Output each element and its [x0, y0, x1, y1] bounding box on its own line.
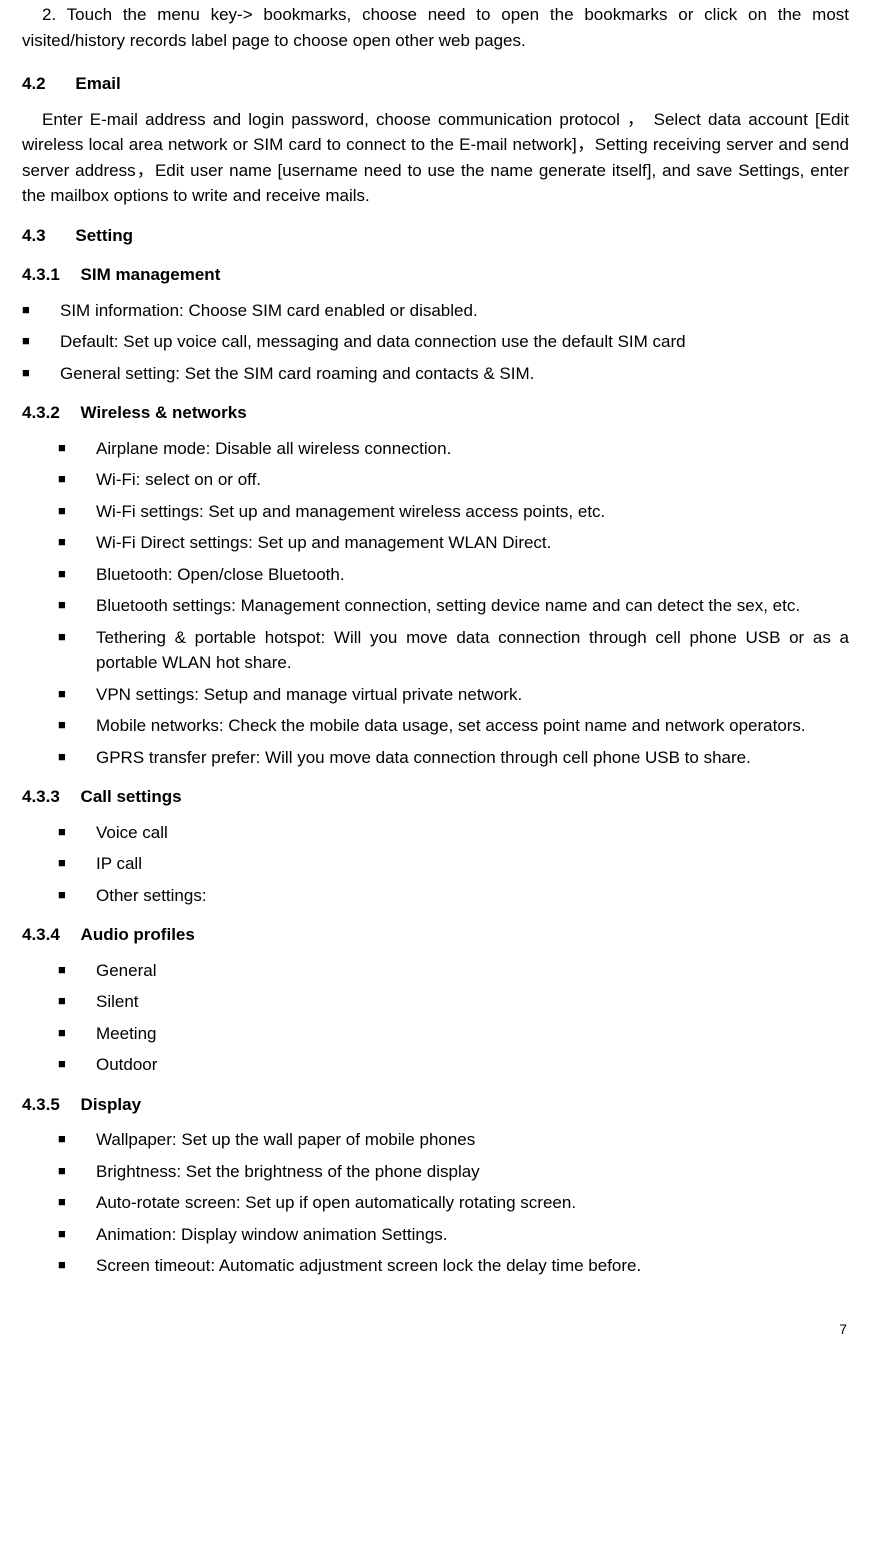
heading-4-3: 4.3 Setting [22, 223, 849, 249]
heading-number: 4.3.2 [22, 400, 60, 426]
list-sim-management: SIM information: Choose SIM card enabled… [22, 298, 849, 387]
heading-title: Display [81, 1092, 141, 1118]
list-item: Wi-Fi settings: Set up and management wi… [58, 499, 849, 525]
list-item: General [58, 958, 849, 984]
list-item: Animation: Display window animation Sett… [58, 1222, 849, 1248]
list-display: Wallpaper: Set up the wall paper of mobi… [22, 1127, 849, 1279]
heading-number: 4.3.3 [22, 784, 60, 810]
heading-4-3-1: 4.3.1 SIM management [22, 262, 849, 288]
heading-number: 4.3.1 [22, 262, 60, 288]
list-wireless-networks: Airplane mode: Disable all wireless conn… [22, 436, 849, 771]
list-item: Silent [58, 989, 849, 1015]
heading-number: 4.2 [22, 71, 46, 97]
document-page: 2. Touch the menu key-> bookmarks, choos… [0, 2, 871, 1370]
list-item: VPN settings: Setup and manage virtual p… [58, 682, 849, 708]
list-item: Wallpaper: Set up the wall paper of mobi… [58, 1127, 849, 1153]
list-item: Auto-rotate screen: Set up if open autom… [58, 1190, 849, 1216]
page-number: 7 [22, 1319, 849, 1340]
heading-4-3-4: 4.3.4 Audio profiles [22, 922, 849, 948]
heading-title: Setting [75, 223, 133, 249]
heading-title: Email [75, 71, 120, 97]
list-item: SIM information: Choose SIM card enabled… [22, 298, 849, 324]
intro-paragraph: 2. Touch the menu key-> bookmarks, choos… [22, 2, 849, 53]
list-item: Voice call [58, 820, 849, 846]
list-item: Mobile networks: Check the mobile data u… [58, 713, 849, 739]
list-item: Airplane mode: Disable all wireless conn… [58, 436, 849, 462]
intro-text: 2. Touch the menu key-> bookmarks, choos… [22, 5, 849, 50]
heading-4-2: 4.2 Email [22, 71, 849, 97]
heading-4-3-5: 4.3.5 Display [22, 1092, 849, 1118]
heading-title: Audio profiles [81, 922, 195, 948]
list-item: GPRS transfer prefer: Will you move data… [58, 745, 849, 771]
list-item: Brightness: Set the brightness of the ph… [58, 1159, 849, 1185]
list-item: Outdoor [58, 1052, 849, 1078]
heading-title: Wireless & networks [81, 400, 247, 426]
list-item: Other settings: [58, 883, 849, 909]
heading-number: 4.3 [22, 223, 46, 249]
heading-title: SIM management [81, 262, 221, 288]
list-item: Default: Set up voice call, messaging an… [22, 329, 849, 355]
list-item: Bluetooth settings: Management connectio… [58, 593, 849, 619]
list-item: Meeting [58, 1021, 849, 1047]
list-item: IP call [58, 851, 849, 877]
list-item: Screen timeout: Automatic adjustment scr… [58, 1253, 849, 1279]
list-item: General setting: Set the SIM card roamin… [22, 361, 849, 387]
heading-4-3-3: 4.3.3 Call settings [22, 784, 849, 810]
list-audio-profiles: General Silent Meeting Outdoor [22, 958, 849, 1078]
email-text: Enter E-mail address and login password,… [22, 110, 849, 206]
heading-title: Call settings [81, 784, 182, 810]
heading-number: 4.3.5 [22, 1092, 60, 1118]
list-item: Tethering & portable hotspot: Will you m… [58, 625, 849, 676]
heading-4-3-2: 4.3.2 Wireless & networks [22, 400, 849, 426]
list-item: Bluetooth: Open/close Bluetooth. [58, 562, 849, 588]
list-item: Wi-Fi Direct settings: Set up and manage… [58, 530, 849, 556]
list-item: Wi-Fi: select on or off. [58, 467, 849, 493]
list-call-settings: Voice call IP call Other settings: [22, 820, 849, 909]
email-body: Enter E-mail address and login password,… [22, 107, 849, 209]
heading-number: 4.3.4 [22, 922, 60, 948]
